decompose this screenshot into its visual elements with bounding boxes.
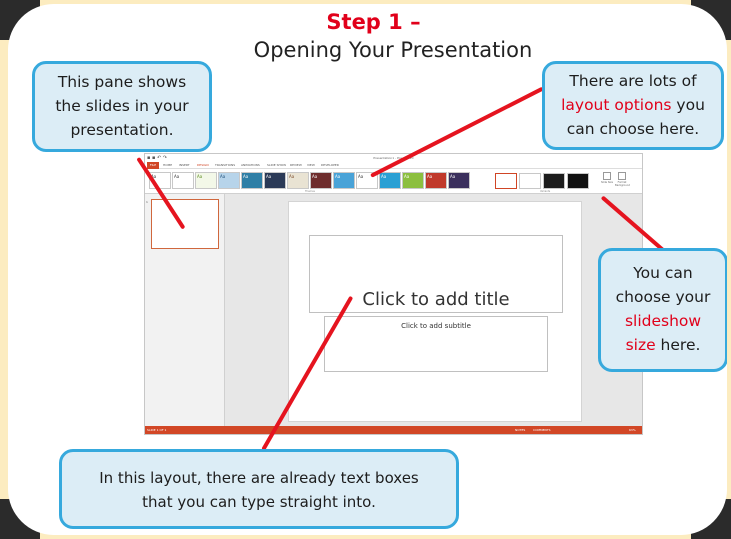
tab-view[interactable]: VIEW xyxy=(307,163,315,168)
format-background-icon xyxy=(618,172,626,180)
editing-area: Click to add title Click to add subtitle xyxy=(225,194,642,428)
format-background-button[interactable]: Format Background xyxy=(615,172,630,190)
lesson-slide: Presentation1 - PowerPoint ▪ ▪ ↶ ↷ FILE … xyxy=(8,4,727,535)
theme-thumbnail[interactable]: Aa xyxy=(195,172,217,189)
theme-thumbnail[interactable]: Aa xyxy=(310,172,332,189)
theme-thumbnail[interactable]: Aa xyxy=(287,172,309,189)
tab-review[interactable]: REVIEW xyxy=(290,163,302,168)
theme-thumbnail[interactable]: Aa xyxy=(218,172,240,189)
step-title: Step 1 – xyxy=(326,10,421,34)
page-subtitle: Opening Your Presentation xyxy=(253,38,533,62)
theme-thumbnail[interactable]: Aa xyxy=(402,172,424,189)
status-slide-count: SLIDE 1 OF 1 xyxy=(147,428,167,432)
theme-thumbnail[interactable]: Aa xyxy=(241,172,263,189)
theme-thumbnail[interactable]: Aa xyxy=(425,172,447,189)
quick-access-toolbar[interactable]: ▪ ▪ ↶ ↷ xyxy=(147,155,167,161)
group-label-variants: Variants xyxy=(540,190,551,193)
tab-home[interactable]: HOME xyxy=(163,163,172,168)
comments-button[interactable]: COMMENTS xyxy=(533,427,551,433)
callout-slides-pane: This pane shows the slides in your prese… xyxy=(32,61,212,152)
theme-thumbnail[interactable]: Aa xyxy=(379,172,401,189)
slides-pane: 1 xyxy=(145,194,225,428)
zoom-level[interactable]: 63% xyxy=(629,427,636,433)
tab-animations[interactable]: ANIMATIONS xyxy=(241,163,260,168)
theme-thumbnail[interactable]: Aa xyxy=(264,172,286,189)
variant-thumbnail[interactable] xyxy=(519,173,541,189)
status-bar: SLIDE 1 OF 1 NOTES COMMENTS 63% xyxy=(145,426,642,434)
theme-thumbnail[interactable]: Aa xyxy=(448,172,470,189)
callout-slideshow-size: You can choose your slideshow size here. xyxy=(598,248,727,372)
notes-button[interactable]: NOTES xyxy=(515,427,525,433)
tab-slide-show[interactable]: SLIDE SHOW xyxy=(267,163,286,168)
design-ribbon: Aa Aa Aa Aa Aa Aa Aa Aa Aa Aa Aa Aa Aa A… xyxy=(145,169,642,194)
theme-thumbnail[interactable]: Aa xyxy=(172,172,194,189)
slide-number: 1 xyxy=(146,200,148,204)
theme-thumbnail[interactable]: Aa xyxy=(333,172,355,189)
subtitle-placeholder[interactable]: Click to add subtitle xyxy=(324,316,548,372)
tab-developer[interactable]: DEVELOPER xyxy=(321,163,339,168)
slide-size-button[interactable]: Slide Size xyxy=(600,172,614,190)
group-label-themes: Themes xyxy=(305,190,315,193)
tab-design[interactable]: DESIGN xyxy=(197,163,209,168)
callout-layout-options: There are lots of layout options you can… xyxy=(542,61,724,150)
variant-thumbnail[interactable] xyxy=(567,173,589,189)
slide-canvas[interactable]: Click to add title Click to add subtitle xyxy=(288,201,582,422)
variant-thumbnail[interactable] xyxy=(543,173,565,189)
powerpoint-screenshot: Presentation1 - PowerPoint ▪ ▪ ↶ ↷ FILE … xyxy=(144,153,643,435)
tab-transitions[interactable]: TRANSITIONS xyxy=(215,163,235,168)
variant-thumbnail[interactable] xyxy=(495,173,517,189)
tab-insert[interactable]: INSERT xyxy=(179,163,190,168)
slide-size-icon xyxy=(603,172,611,180)
callout-text-boxes: In this layout, there are already text b… xyxy=(59,449,459,529)
slide-thumbnail[interactable] xyxy=(151,199,219,249)
tab-file[interactable]: FILE xyxy=(147,162,159,169)
